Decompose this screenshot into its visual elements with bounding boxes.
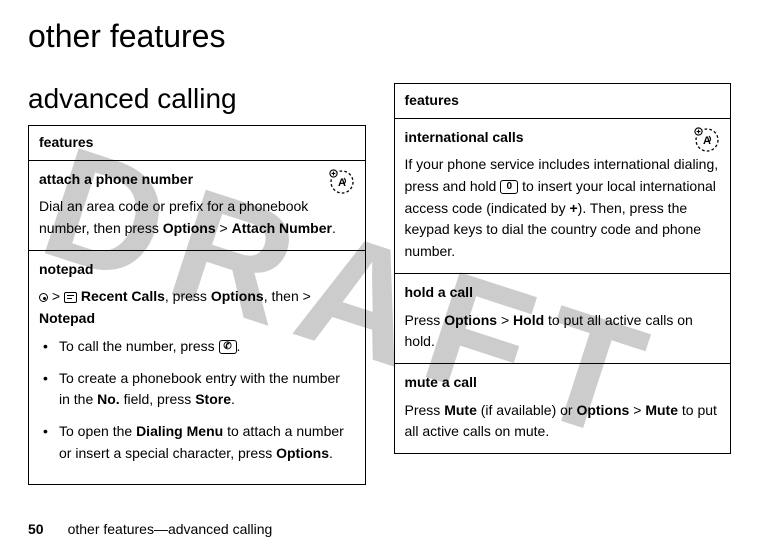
text: To call the number, press xyxy=(59,338,219,354)
plus-label: + xyxy=(569,200,577,216)
mute-label: Mute xyxy=(444,402,477,418)
table-row: hold a call Press Options > Hold to put … xyxy=(394,273,731,363)
right-column: features A xyxy=(394,83,732,454)
hold-body: Press Options > Hold to put all active c… xyxy=(405,312,693,350)
features-header: features xyxy=(394,84,731,119)
text: , press xyxy=(165,288,211,304)
table-row: A international calls If your phone serv… xyxy=(394,118,731,273)
hold-cell: hold a call Press Options > Hold to put … xyxy=(394,273,731,363)
page-number: 50 xyxy=(28,521,44,537)
mute-title: mute a call xyxy=(405,372,721,394)
text: Press xyxy=(405,402,445,418)
hold-title: hold a call xyxy=(405,282,721,304)
options-label: Options xyxy=(163,220,216,236)
dialing-menu-label: Dialing Menu xyxy=(136,423,223,439)
text: Press xyxy=(405,312,445,328)
recent-calls-icon xyxy=(64,292,77,303)
left-feature-table: features A xyxy=(28,125,366,485)
page-content: other features advanced calling features… xyxy=(28,18,731,485)
mute-body: Press Mute (if available) or Options > M… xyxy=(405,402,717,440)
page-title: other features xyxy=(28,18,731,55)
attach-body: Dial an area code or prefix for a phoneb… xyxy=(39,198,336,236)
call-key-icon: ✆ xyxy=(219,340,237,354)
text: > xyxy=(629,402,645,418)
text: > xyxy=(48,288,64,304)
attach-title: attach a phone number xyxy=(39,169,355,191)
list-item: To open the Dialing Menu to attach a num… xyxy=(59,421,355,464)
notepad-list: To call the number, press ✆. To create a… xyxy=(39,336,355,464)
intl-body: If your phone service includes internati… xyxy=(405,156,719,259)
mute-label: Mute xyxy=(645,402,678,418)
text: , then > xyxy=(264,288,311,304)
text: > xyxy=(216,220,232,236)
options-label: Options xyxy=(276,445,329,461)
table-row: features xyxy=(29,126,366,161)
table-row: A attach a phone number Dial an area cod… xyxy=(29,160,366,250)
network-feature-icon: A xyxy=(694,127,720,153)
section-title: advanced calling xyxy=(28,83,366,115)
attach-phone-cell: A attach a phone number Dial an area cod… xyxy=(29,160,366,250)
options-label: Options xyxy=(211,288,264,304)
list-item: To call the number, press ✆. xyxy=(59,336,355,358)
text: . xyxy=(231,391,235,407)
network-feature-icon: A xyxy=(329,169,355,195)
store-label: Store xyxy=(195,391,231,407)
running-title: other features—advanced calling xyxy=(68,521,273,537)
notepad-cell: notepad > Recent Calls, press Options, t… xyxy=(29,250,366,485)
text: > xyxy=(497,312,513,328)
recent-calls-label: Recent Calls xyxy=(81,288,165,304)
options-label: Options xyxy=(576,402,629,418)
table-row: features xyxy=(394,84,731,119)
attach-number-label: Attach Number xyxy=(232,220,332,236)
features-header: features xyxy=(29,126,366,161)
mute-cell: mute a call Press Mute (if available) or… xyxy=(394,363,731,453)
columns: advanced calling features A xyxy=(28,83,731,485)
right-feature-table: features A xyxy=(394,83,732,454)
left-column: advanced calling features A xyxy=(28,83,366,485)
text: (if available) or xyxy=(477,402,577,418)
table-row: mute a call Press Mute (if available) or… xyxy=(394,363,731,453)
no-field-label: No. xyxy=(97,391,120,407)
zero-key-icon: 0 xyxy=(500,180,518,194)
footer: 50 other features—advanced calling xyxy=(28,521,272,537)
list-item: To create a phonebook entry with the num… xyxy=(59,368,355,411)
text: To open the xyxy=(59,423,136,439)
notepad-label: Notepad xyxy=(39,310,95,326)
nav-key-icon xyxy=(39,293,48,302)
text: . xyxy=(329,445,333,461)
text: . xyxy=(237,338,241,354)
notepad-path: > Recent Calls, press Options, then > No… xyxy=(39,286,355,329)
text: field, press xyxy=(120,391,195,407)
options-label: Options xyxy=(444,312,497,328)
text: . xyxy=(332,220,336,236)
intl-title: international calls xyxy=(405,127,721,149)
hold-label: Hold xyxy=(513,312,544,328)
table-row: notepad > Recent Calls, press Options, t… xyxy=(29,250,366,485)
international-cell: A international calls If your phone serv… xyxy=(394,118,731,273)
notepad-title: notepad xyxy=(39,259,355,281)
